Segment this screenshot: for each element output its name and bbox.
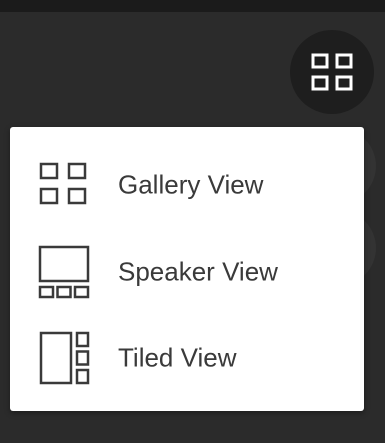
view-layout-menu: Gallery View Speaker View Tiled View <box>10 127 364 411</box>
menu-item-label: Gallery View <box>118 169 264 200</box>
view-layout-toggle-button[interactable] <box>290 30 374 114</box>
gallery-view-icon <box>36 156 94 214</box>
speaker-view-icon <box>36 243 94 301</box>
menu-item-label: Speaker View <box>118 256 278 287</box>
menu-item-label: Tiled View <box>118 342 237 373</box>
menu-item-gallery-view[interactable]: Gallery View <box>10 147 364 223</box>
menu-item-speaker-view[interactable]: Speaker View <box>10 234 364 310</box>
top-bar <box>0 0 385 12</box>
grid-icon <box>310 52 354 92</box>
tiled-view-icon <box>36 329 94 387</box>
video-stage: Gallery View Speaker View Tiled View <box>0 0 385 443</box>
menu-item-tiled-view[interactable]: Tiled View <box>10 320 364 396</box>
